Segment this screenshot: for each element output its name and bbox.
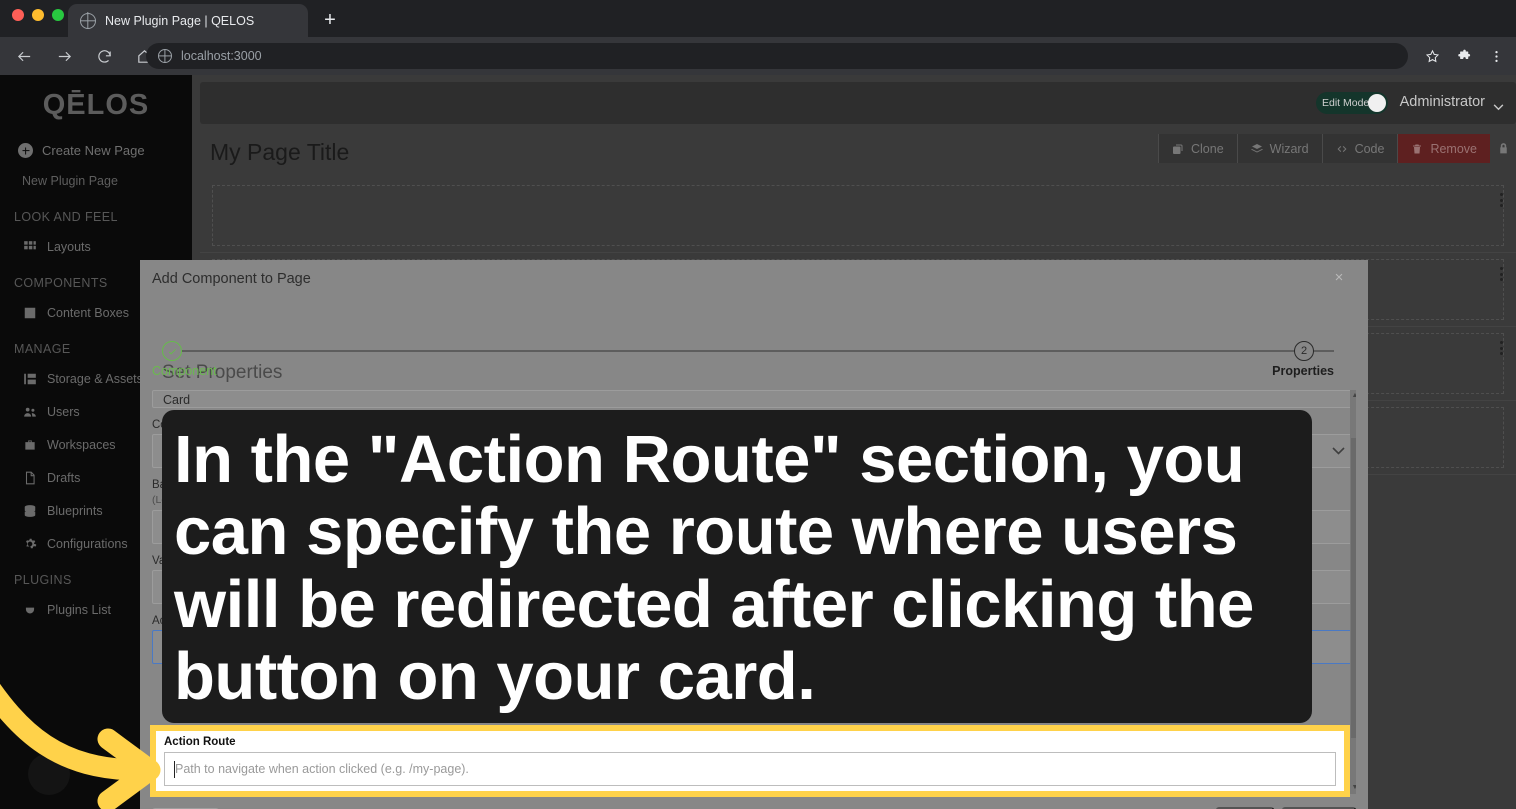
pointer-arrow-icon xyxy=(0,683,161,809)
sidebar-item-label: Drafts xyxy=(47,470,81,485)
minimize-window-button[interactable] xyxy=(32,9,44,21)
star-icon[interactable] xyxy=(1418,43,1446,69)
user-menu[interactable]: Administrator xyxy=(1400,94,1504,110)
globe-icon xyxy=(80,12,96,29)
browser-tabstrip: New Plugin Page | QELOS + xyxy=(0,0,1516,37)
content-placeholder[interactable] xyxy=(212,185,1504,246)
back-arrow-icon[interactable] xyxy=(8,40,40,72)
row-menu-icon[interactable] xyxy=(1500,341,1504,355)
app-logo: QĒLOS xyxy=(42,89,150,121)
url-text: localhost:3000 xyxy=(181,49,262,63)
field-card: Card xyxy=(152,390,1356,408)
wizard-label: Wizard xyxy=(1269,141,1309,156)
close-icon[interactable]: × xyxy=(1330,269,1348,287)
document-icon xyxy=(22,470,37,485)
step-component-indicator[interactable] xyxy=(162,341,182,361)
scroll-up-icon[interactable]: ▲ xyxy=(1351,392,1356,400)
card-input[interactable]: Card xyxy=(152,390,1356,408)
browser-tab[interactable]: New Plugin Page | QELOS xyxy=(68,4,308,37)
app-topbar: Edit Mode Administrator xyxy=(200,82,1516,124)
sidebar-group-look-and-feel: LOOK AND FEEL xyxy=(14,210,118,224)
set-properties-heading: Set Properties xyxy=(162,362,283,383)
tab-title: New Plugin Page | QELOS xyxy=(105,13,255,28)
step-properties-indicator[interactable]: 2 xyxy=(1294,341,1314,361)
database-icon xyxy=(22,503,37,518)
clone-label: Clone xyxy=(1190,141,1224,156)
code-icon xyxy=(1337,145,1347,152)
sidebar-item-label: Content Boxes xyxy=(47,305,129,320)
plus-icon xyxy=(18,143,33,158)
sidebar-item-layouts[interactable]: Layouts xyxy=(0,230,192,263)
sidebar-item-label: Plugins List xyxy=(47,602,111,617)
page-bar: My Page Title Clone Wizard Code Remove xyxy=(200,130,1516,174)
close-window-button[interactable] xyxy=(12,9,24,21)
page-actions: Clone Wizard Code Remove xyxy=(1157,134,1516,163)
sidebar-item-new-plugin-page[interactable]: New Plugin Page xyxy=(0,165,192,197)
app-area: Edit Mode Administrator My Page Title Cl… xyxy=(0,75,1516,809)
row-menu-icon[interactable] xyxy=(1500,267,1504,281)
screen: New Plugin Page | QELOS + localhost:3000 xyxy=(0,0,1516,809)
create-new-page-label: Create New Page xyxy=(42,143,145,158)
sidebar-item-label: Layouts xyxy=(47,239,91,254)
modal-stepper: 2 Component Properties xyxy=(152,300,1356,378)
sidebar-item-label: Users xyxy=(47,404,80,419)
edit-mode-label: Edit Mode xyxy=(1322,97,1370,109)
users-icon xyxy=(22,404,37,419)
page-title[interactable]: My Page Title xyxy=(200,139,349,166)
lock-icon[interactable] xyxy=(1490,142,1516,155)
row-menu-icon[interactable] xyxy=(1500,193,1504,207)
address-bar[interactable]: localhost:3000 xyxy=(146,43,1408,69)
action-route-input[interactable]: Path to navigate when action clicked (e.… xyxy=(164,752,1336,786)
action-route-label: Action Route xyxy=(164,736,236,748)
action-route-highlight: Action Route Path to navigate when actio… xyxy=(150,725,1350,797)
user-label: Administrator xyxy=(1399,94,1485,110)
new-tab-button[interactable]: + xyxy=(317,9,343,33)
modal-title: Add Component to Page xyxy=(152,271,311,287)
step-properties-label: Properties xyxy=(1272,364,1334,378)
sidebar-item-label: Storage & Assets xyxy=(47,371,143,386)
remove-button[interactable]: Remove xyxy=(1398,134,1490,163)
step-component-label: Component xyxy=(152,364,217,378)
sidebar-item-label: Workspaces xyxy=(47,437,116,452)
caption-text: In the "Action Route" section, you can s… xyxy=(174,421,1254,714)
sidebar-item-label: Blueprints xyxy=(47,503,103,518)
box-icon xyxy=(22,305,37,320)
scrollbar-thumb[interactable] xyxy=(1351,438,1356,738)
edit-mode-toggle[interactable]: Edit Mode xyxy=(1316,92,1388,114)
modal-scrollbar[interactable]: ▲ ▼ xyxy=(1350,390,1356,794)
modal-header: Add Component to Page × xyxy=(140,260,1368,300)
plug-icon xyxy=(22,602,37,617)
clone-button[interactable]: Clone xyxy=(1157,134,1238,163)
globe-icon xyxy=(158,49,172,63)
stepper-line xyxy=(174,350,1334,352)
scroll-down-icon[interactable]: ▼ xyxy=(1351,784,1356,792)
briefcase-icon xyxy=(22,437,37,452)
toolbar-right-icons xyxy=(1418,43,1510,69)
browser-toolbar: localhost:3000 xyxy=(0,37,1516,75)
toggle-knob[interactable] xyxy=(1368,94,1386,112)
action-route-placeholder: Path to navigate when action clicked (e.… xyxy=(175,762,469,776)
remove-label: Remove xyxy=(1430,141,1477,156)
tutorial-caption: In the "Action Route" section, you can s… xyxy=(162,410,1312,723)
chevron-down-icon xyxy=(1332,444,1345,458)
sidebar-item-label: Configurations xyxy=(47,536,128,551)
window-controls[interactable] xyxy=(12,9,64,21)
grid-icon xyxy=(22,239,37,254)
trash-icon xyxy=(1413,144,1422,153)
storage-icon xyxy=(22,371,37,386)
clone-icon xyxy=(1172,144,1183,154)
three-dot-menu-icon[interactable] xyxy=(1482,43,1510,69)
forward-arrow-icon[interactable] xyxy=(48,40,80,72)
create-new-page-button[interactable]: Create New Page xyxy=(0,136,192,165)
code-label: Code xyxy=(1354,141,1385,156)
chevron-down-icon xyxy=(1493,99,1504,110)
reload-icon[interactable] xyxy=(88,40,120,72)
content-row[interactable] xyxy=(200,179,1516,253)
layers-icon xyxy=(1250,143,1263,152)
wizard-button[interactable]: Wizard xyxy=(1237,134,1323,163)
maximize-window-button[interactable] xyxy=(52,9,64,21)
puzzle-icon[interactable] xyxy=(1450,43,1478,69)
gear-icon xyxy=(22,536,37,551)
code-button[interactable]: Code xyxy=(1322,134,1399,163)
